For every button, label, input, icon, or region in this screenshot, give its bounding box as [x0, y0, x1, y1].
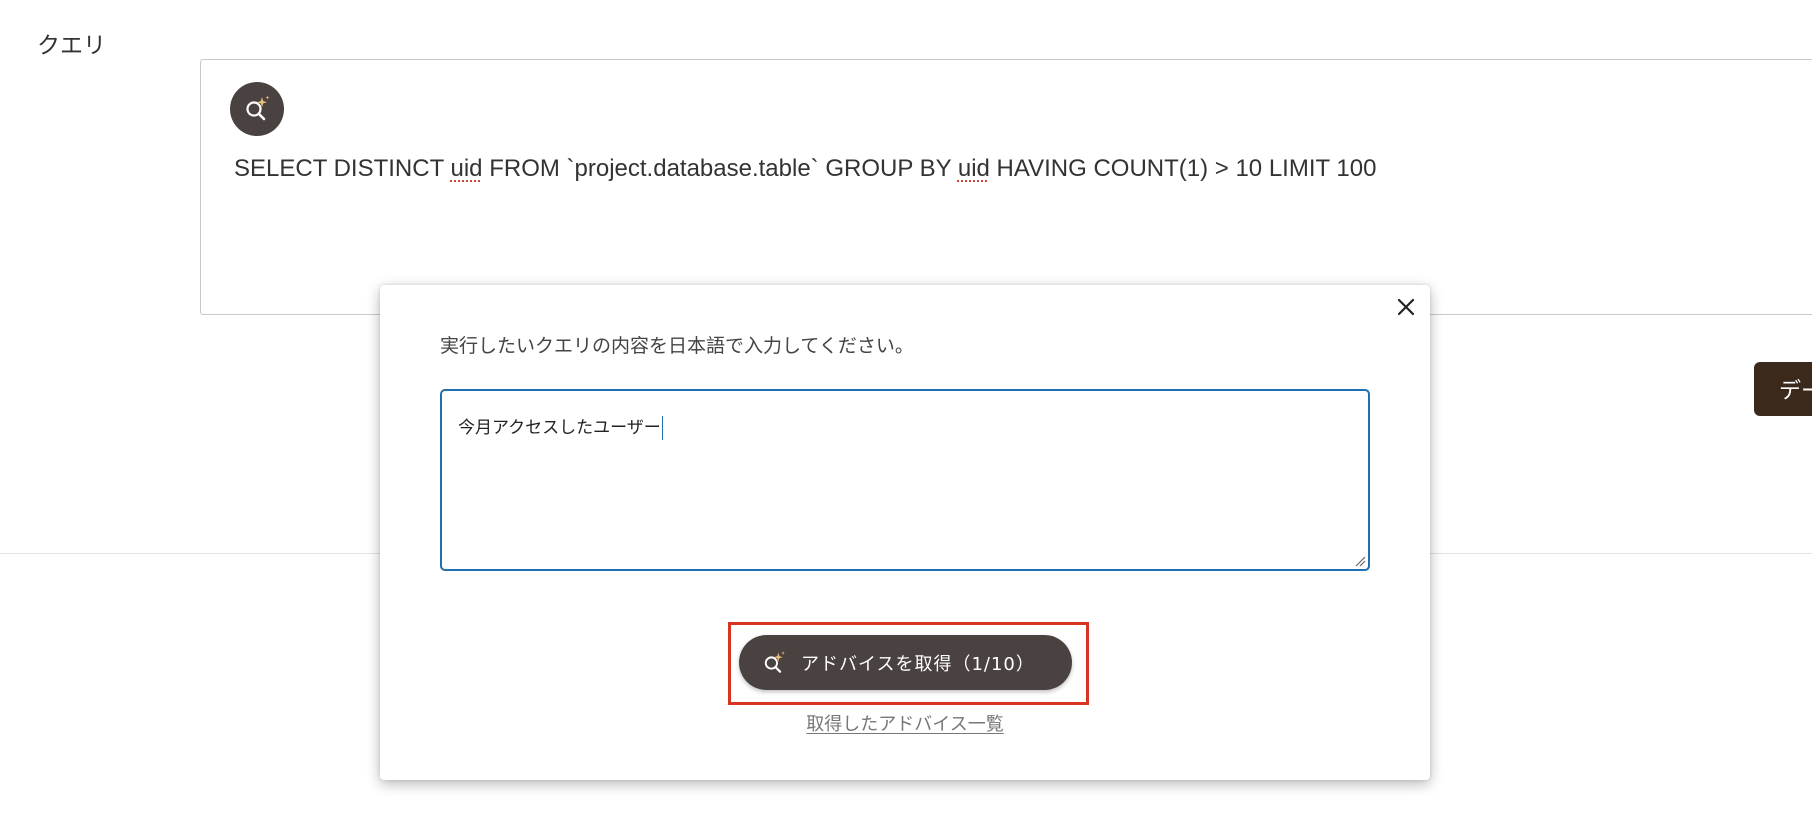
get-advice-label: アドバイスを取得（1/10） [801, 653, 1035, 675]
query-label: クエリ [37, 33, 106, 59]
close-icon [1397, 298, 1415, 316]
query-segment-spellcheck: uid [957, 155, 990, 182]
advice-modal: 実行したいクエリの内容を日本語で入力してください。 今月アクセスしたユーザー ア… [380, 285, 1430, 780]
natural-language-input[interactable]: 今月アクセスしたユーザー [440, 389, 1370, 571]
ai-search-sparkle-icon [246, 95, 270, 121]
resize-grip-icon[interactable] [1354, 555, 1366, 567]
ai-assist-button[interactable] [230, 82, 284, 136]
data-button-label: デー [1779, 379, 1812, 404]
advice-list-link[interactable]: 取得したアドバイス一覧 [806, 714, 1003, 735]
page: クエリ SELECT DISTINCT uid FROM `project.da… [0, 0, 1812, 838]
query-editor[interactable]: SELECT DISTINCT uid FROM `project.databa… [200, 59, 1812, 315]
query-text[interactable]: SELECT DISTINCT uid FROM `project.databa… [234, 155, 1376, 183]
query-segment: FROM `project.database.table` GROUP BY [482, 155, 958, 182]
get-advice-button[interactable]: アドバイスを取得（1/10） [739, 635, 1072, 690]
query-segment: SELECT DISTINCT [234, 155, 451, 182]
advice-list-link-container: 取得したアドバイス一覧 [380, 710, 1430, 736]
text-caret [661, 416, 664, 440]
query-segment: HAVING COUNT(1) > 10 LIMIT 100 [989, 155, 1377, 182]
ai-search-sparkle-icon [761, 650, 787, 676]
close-button[interactable] [1392, 293, 1420, 321]
data-button[interactable]: デー [1754, 362, 1812, 416]
modal-instruction: 実行したいクエリの内容を日本語で入力してください。 [440, 335, 914, 357]
input-value: 今月アクセスしたユーザー [458, 418, 661, 438]
query-segment-spellcheck: uid [450, 155, 483, 182]
